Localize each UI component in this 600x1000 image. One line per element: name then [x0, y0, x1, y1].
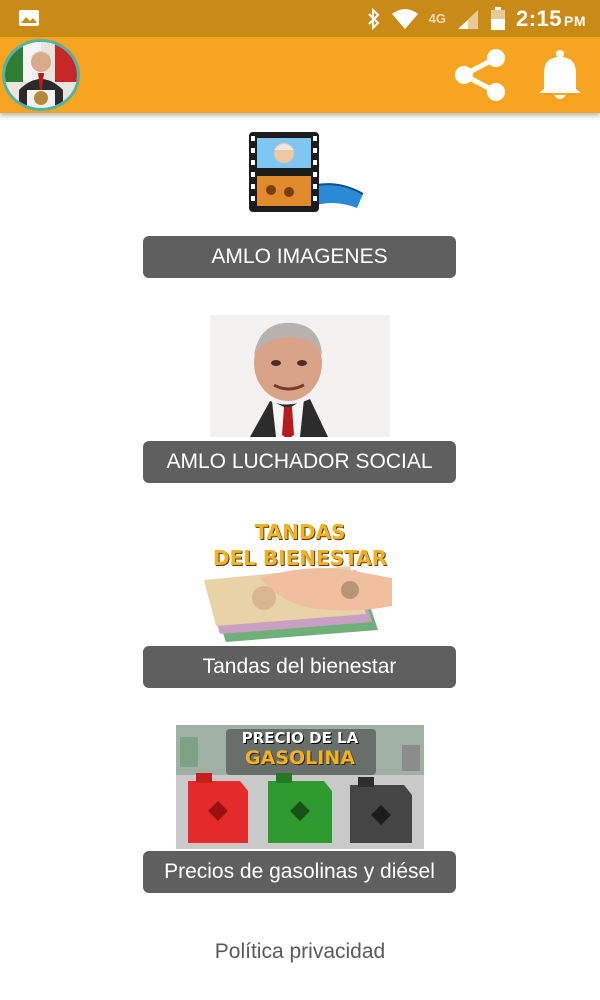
precio-gasolina-image[interactable]: PRECIO DE LA GASOLINA [176, 725, 424, 849]
tandas-image-title: TANDAS [254, 520, 346, 544]
signal-icon [457, 9, 478, 29]
clock: 2:15 PM [515, 5, 586, 31]
notification-bell-icon[interactable] [536, 49, 584, 101]
app-bar [0, 37, 600, 113]
caricature-portrait-image[interactable] [210, 315, 390, 437]
film-strip-photo-icon[interactable] [245, 128, 365, 218]
battery-icon [490, 6, 505, 30]
menu-button-amlo-luchador-social[interactable]: AMLO LUCHADOR SOCIAL [143, 441, 456, 483]
gasolina-image-subtitle: GASOLINA [245, 747, 355, 769]
status-bar: 4G 2:15 PM [0, 0, 600, 37]
tandas-del-bienestar-image[interactable]: TANDAS DEL BIENESTAR [200, 518, 400, 642]
bluetooth-icon [367, 7, 380, 30]
tandas-image-subtitle: DEL BIENESTAR [212, 546, 388, 570]
network-type: 4G [428, 11, 446, 26]
president-avatar-icon[interactable] [2, 39, 80, 111]
menu-button-amlo-imagenes[interactable]: AMLO IMAGENES [143, 236, 456, 278]
share-icon[interactable] [452, 47, 510, 103]
gasolina-image-title: PRECIO DE LA [241, 729, 359, 747]
wifi-icon [391, 8, 418, 29]
menu-button-precios-gasolinas[interactable]: Precios de gasolinas y diésel [143, 851, 456, 893]
gallery-notification-icon [19, 10, 39, 26]
menu-button-tandas-del-bienestar[interactable]: Tandas del bienestar [143, 646, 456, 688]
privacy-policy-link[interactable]: Política privacidad [0, 940, 600, 964]
